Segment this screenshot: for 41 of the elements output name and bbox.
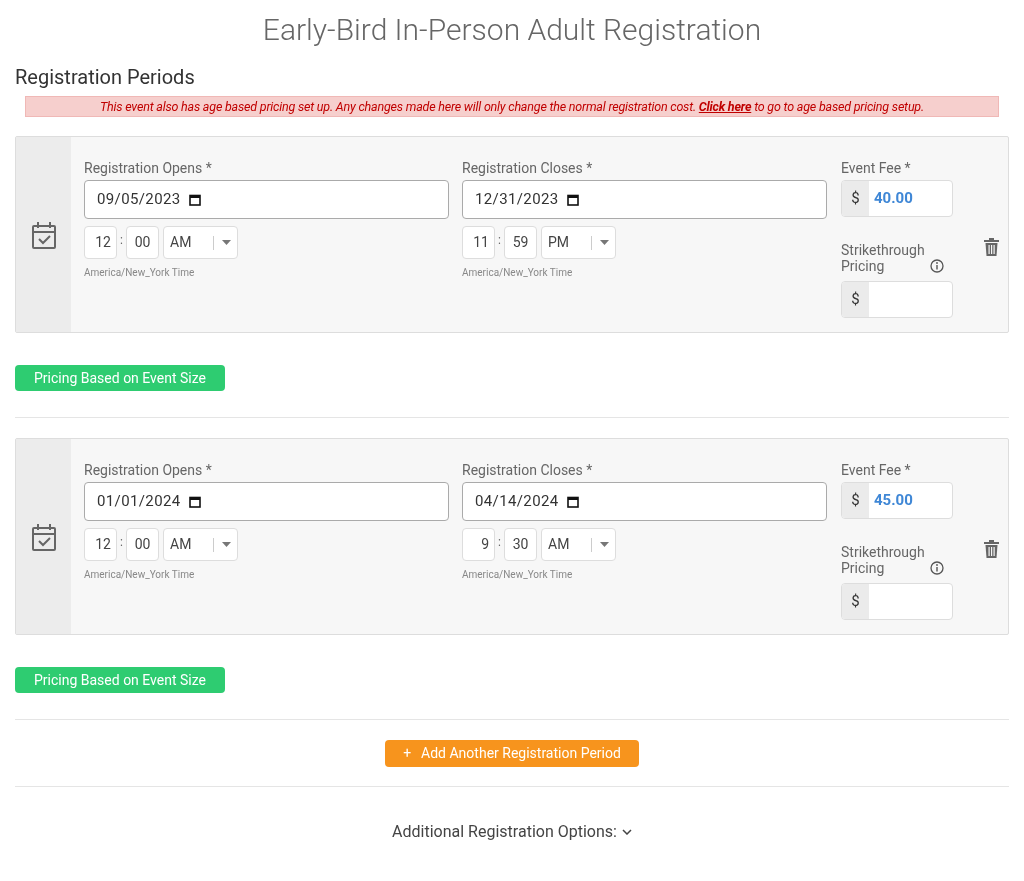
currency-field[interactable]: $ (841, 583, 953, 620)
additional-options-toggle[interactable]: Additional Registration Options: (392, 820, 632, 844)
field-label: Event Fee * (841, 463, 912, 477)
timezone-note: America/New_York Time (462, 568, 574, 582)
timezone-note: America/New_York Time (462, 266, 574, 280)
hour-field[interactable]: 11 (462, 226, 495, 259)
date-field[interactable]: 12/31/2023 (462, 180, 827, 219)
time-separator: : (497, 231, 502, 249)
timezone-note: America/New_York Time (84, 266, 196, 280)
date-field[interactable]: 04/14/2024 (462, 482, 827, 521)
ampm-select[interactable]: AM (163, 226, 238, 259)
date-field[interactable]: 09/05/2023 (84, 180, 449, 219)
minute-field[interactable]: 59 (504, 226, 537, 259)
field-label: Event Fee * (841, 161, 912, 175)
ampm-select[interactable]: AM (541, 528, 616, 561)
minute-field[interactable]: 00 (126, 528, 159, 561)
ampm-select[interactable]: AM (163, 528, 238, 561)
field-label: Registration Opens * (84, 463, 213, 477)
minute-field[interactable]: 30 (504, 528, 537, 561)
timezone-note: America/New_York Time (84, 568, 196, 582)
age-pricing-alert: This event also has age based pricing set up. Any changes made here will only change the normal registration cost. Click here to go to age based pricing setup. (25, 96, 999, 117)
hour-field[interactable]: 12 (84, 226, 117, 259)
ampm-select[interactable]: PM (541, 226, 616, 259)
age-pricing-link[interactable]: Click here (698, 99, 752, 114)
hour-field[interactable]: 12 (84, 528, 117, 561)
date-field[interactable]: 01/01/2024 (84, 482, 449, 521)
time-separator: : (119, 533, 124, 551)
field-label: Strikethrough Pricing (841, 544, 926, 576)
hour-field[interactable]: 9 (462, 528, 495, 561)
section-heading: Registration Periods (15, 64, 196, 90)
field-label: Registration Closes * (462, 463, 594, 477)
currency-field[interactable]: $ (841, 281, 953, 318)
currency-field[interactable]: $ 40.00 (841, 180, 953, 217)
field-label: Registration Closes * (462, 161, 594, 175)
time-separator: : (497, 533, 502, 551)
time-separator: : (119, 231, 124, 249)
field-label: Strikethrough Pricing (841, 242, 926, 274)
minute-field[interactable]: 00 (126, 226, 159, 259)
page-title: Early-Bird In-Person Adult Registration (261, 11, 763, 49)
currency-field[interactable]: $ 45.00 (841, 482, 953, 519)
field-label: Registration Opens * (84, 161, 213, 175)
